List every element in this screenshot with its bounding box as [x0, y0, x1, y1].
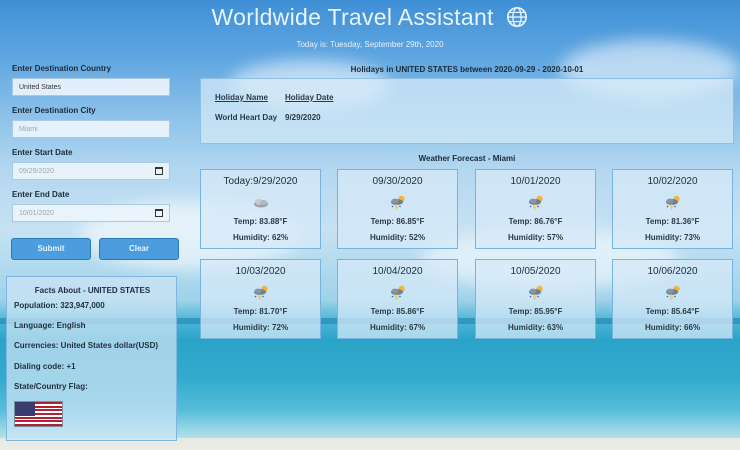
today-date-prefix: Today is: — [296, 40, 329, 49]
start-date-value: 09/29/2020 — [19, 167, 55, 175]
facts-title: Facts About - UNITED STATES — [34, 286, 151, 295]
forecast-humidity: Humidity: 63% — [507, 323, 564, 332]
forecast-date: 10/04/2020 — [372, 266, 423, 277]
end-date-value: 10/01/2020 — [19, 209, 55, 217]
thunderstorm-sun-icon — [388, 284, 408, 300]
forecast-date: 10/05/2020 — [510, 266, 561, 277]
city-label: Enter Destination City — [12, 106, 96, 115]
fact-dialing-code: Dialing code: +1 — [14, 362, 76, 371]
today-date: Today is: Tuesday, September 29th, 2020 — [0, 40, 740, 49]
country-label: Enter Destination Country — [12, 64, 112, 73]
forecast-date: 10/01/2020 — [510, 176, 561, 187]
calendar-icon[interactable] — [155, 167, 163, 175]
flag-canton — [15, 402, 35, 416]
end-date-label: Enter End Date — [12, 190, 70, 199]
thunderstorm-sun-icon — [663, 194, 683, 210]
forecast-humidity: Humidity: 67% — [369, 323, 426, 332]
forecast-card: 10/03/2020 Temp: 81.70°F Humidity: 72% — [200, 259, 321, 339]
fact-language: Language: English — [14, 321, 86, 330]
holiday-name-cell: World Heart Day — [215, 113, 278, 122]
thunderstorm-sun-icon — [388, 194, 408, 210]
fact-currencies: Currencies: United States dollar(USD) — [14, 341, 159, 350]
fact-flag-label: State/Country Flag: — [14, 382, 88, 391]
forecast-humidity: Humidity: 72% — [232, 323, 289, 332]
forecast-card: Today:9/29/2020 Temp: 83.88°F Humidity: 62… — [200, 169, 321, 249]
holiday-date-cell: 9/29/2020 — [285, 113, 321, 122]
holidays-title: Holidays in UNITED STATES between 2020-0… — [350, 65, 584, 74]
page-header: Worldwide Travel Assistant Today is: Tue… — [0, 0, 740, 56]
forecast-card: 10/04/2020 Temp: 85.86°F Humidity: 67% — [337, 259, 458, 339]
forecast-temp: Temp: 85.86°F — [370, 307, 425, 316]
submit-button[interactable]: Submit — [11, 238, 91, 260]
country-value: United States — [19, 83, 62, 91]
city-placeholder: Miami — [19, 125, 38, 133]
forecast-humidity: Humidity: 62% — [232, 233, 289, 242]
forecast-humidity: Humidity: 57% — [507, 233, 564, 242]
clear-button[interactable]: Clear — [99, 238, 179, 260]
forecast-temp: Temp: 86.76°F — [508, 217, 563, 226]
forecast-temp: Temp: 81.70°F — [233, 307, 288, 316]
holidays-panel: Holiday Name Holiday Date World Heart Da… — [200, 78, 734, 144]
cloudy-icon — [251, 194, 271, 210]
thunderstorm-sun-icon — [663, 284, 683, 300]
app-title-text: Worldwide Travel Assistant — [211, 4, 494, 30]
forecast-temp: Temp: 81.36°F — [645, 217, 700, 226]
forecast-title: Weather Forecast - Miami — [418, 154, 516, 163]
city-input[interactable]: Miami — [12, 120, 170, 138]
forecast-date: 10/03/2020 — [235, 266, 286, 277]
country-select[interactable]: United States — [12, 78, 170, 96]
forecast-date: 10/02/2020 — [647, 176, 698, 187]
forecast-card: 10/06/2020 Temp: 85.64°F Humidity: 66% — [612, 259, 733, 339]
forecast-card: 10/05/2020 Temp: 85.95°F Humidity: 63% — [475, 259, 596, 339]
country-facts-panel: Facts About - UNITED STATES Population: … — [6, 276, 177, 441]
forecast-humidity: Humidity: 66% — [644, 323, 701, 332]
globe-icon — [507, 7, 528, 27]
forecast-card: 09/30/2020 Temp: 86.85°F Humidity: 52% — [337, 169, 458, 249]
thunderstorm-sun-icon — [526, 284, 546, 300]
holiday-date-header: Holiday Date — [285, 93, 334, 102]
forecast-temp: Temp: 83.88°F — [233, 217, 288, 226]
forecast-humidity: Humidity: 73% — [644, 233, 701, 242]
app-title: Worldwide Travel Assistant — [0, 4, 740, 31]
forecast-card: 10/01/2020 Temp: 86.76°F Humidity: 57% — [475, 169, 596, 249]
forecast-humidity: Humidity: 52% — [369, 233, 426, 242]
start-date-label: Enter Start Date — [12, 148, 73, 157]
forecast-date: 10/06/2020 — [647, 266, 698, 277]
forecast-card: 10/02/2020 Temp: 81.36°F Humidity: 73% — [612, 169, 733, 249]
us-flag-image — [14, 401, 63, 427]
start-date-input[interactable]: 09/29/2020 — [12, 162, 170, 180]
fact-population: Population: 323,947,000 — [14, 301, 105, 310]
forecast-temp: Temp: 85.64°F — [645, 307, 700, 316]
forecast-temp: Temp: 86.85°F — [370, 217, 425, 226]
holiday-name-header: Holiday Name — [215, 93, 268, 102]
today-date-value: Tuesday, September 29th, 2020 — [330, 40, 444, 49]
forecast-date: Today:9/29/2020 — [223, 176, 298, 187]
calendar-icon[interactable] — [155, 209, 163, 217]
forecast-date: 09/30/2020 — [372, 176, 423, 187]
forecast-temp: Temp: 85.95°F — [508, 307, 563, 316]
thunderstorm-sun-icon — [526, 194, 546, 210]
end-date-input[interactable]: 10/01/2020 — [12, 204, 170, 222]
thunderstorm-sun-icon — [251, 284, 271, 300]
search-form: Enter Destination Country United States … — [12, 60, 172, 222]
